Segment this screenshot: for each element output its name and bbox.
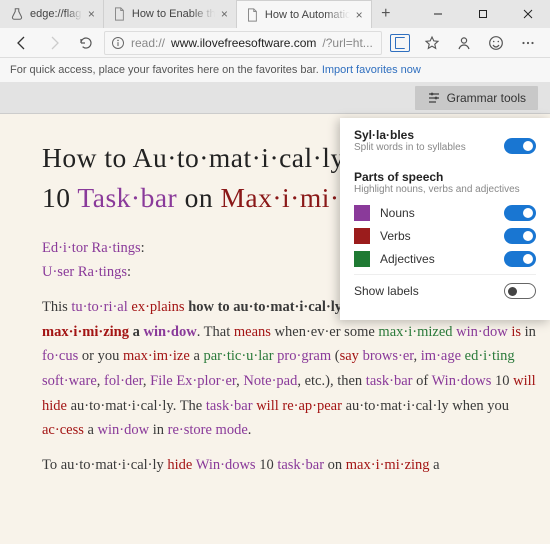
nouns-label: Nouns [380,206,494,220]
forward-button[interactable] [40,29,68,57]
tab-howto-enable[interactable]: How to Enable the × [104,0,237,28]
reading-view-icon [390,34,410,52]
adjectives-label: Adjectives [380,252,494,266]
grammar-tools-label: Grammar tools [447,91,526,105]
show-labels-label: Show labels [354,284,494,298]
syllables-toggle[interactable] [504,138,536,154]
reading-view-button[interactable] [386,29,414,57]
verb-swatch [354,228,370,244]
tab-howto-auto[interactable]: How to Automatica × [237,0,372,28]
nouns-toggle[interactable] [504,205,536,221]
new-tab-button[interactable]: + [372,0,400,28]
grammar-tools-button[interactable]: Grammar tools [415,86,538,110]
tab-label: edge://flags [30,8,82,20]
grammar-tools-panel: Syl·la·bles Split words in to syllables … [340,118,550,320]
pos-title: Parts of speech [354,170,536,184]
favorite-button[interactable] [418,29,446,57]
noun-swatch [354,205,370,221]
tab-label: How to Automatica [265,9,350,21]
syllables-sub: Split words in to syllables [354,142,494,153]
url-scheme: read:// [131,36,165,50]
favorites-bar: For quick access, place your favorites h… [0,58,550,82]
back-button[interactable] [8,29,36,57]
favorites-bar-text: For quick access, place your favorites h… [10,64,319,76]
profile-button[interactable] [450,29,478,57]
verbs-toggle[interactable] [504,228,536,244]
reader-toolbar: Grammar tools [0,82,550,114]
close-button[interactable] [505,0,550,28]
more-button[interactable] [514,29,542,57]
adj-swatch [354,251,370,267]
close-icon[interactable]: × [88,7,95,21]
toolbar: read:// www.ilovefreesoftware.com /?url=ht… [0,28,550,58]
url-host: www.ilovefreesoftware.com [171,36,316,50]
refresh-button[interactable] [72,29,100,57]
feedback-button[interactable] [482,29,510,57]
pos-sub: Highlight nouns, verbs and adjectives [354,184,536,195]
close-icon[interactable]: × [221,7,228,21]
minimize-button[interactable] [415,0,460,28]
address-bar[interactable]: read:// www.ilovefreesoftware.com /?url=ht… [104,31,382,55]
grammar-icon [427,92,441,104]
show-labels-toggle[interactable] [504,283,536,299]
close-icon[interactable]: × [356,8,363,22]
page-icon [245,8,259,22]
import-favorites-link[interactable]: Import favorites now [322,64,421,76]
tab-label: How to Enable the [132,8,215,20]
article-body-2: To au·to·mat·i·cal·ly hide Win·dows 10 t… [42,453,536,478]
syllables-title: Syl·la·bles [354,128,494,142]
flask-icon [10,7,24,21]
user-ratings-link[interactable]: U·ser Ra·tings [42,264,127,280]
maximize-button[interactable] [460,0,505,28]
verbs-label: Verbs [380,229,494,243]
url-rest: /?url=ht... [322,36,372,50]
info-icon [111,36,125,50]
tab-flags[interactable]: edge://flags × [2,0,104,28]
adjectives-toggle[interactable] [504,251,536,267]
editor-ratings-link[interactable]: Ed·i·tor Ra·tings [42,240,141,256]
window-controls [415,0,550,28]
page-icon [112,7,126,21]
